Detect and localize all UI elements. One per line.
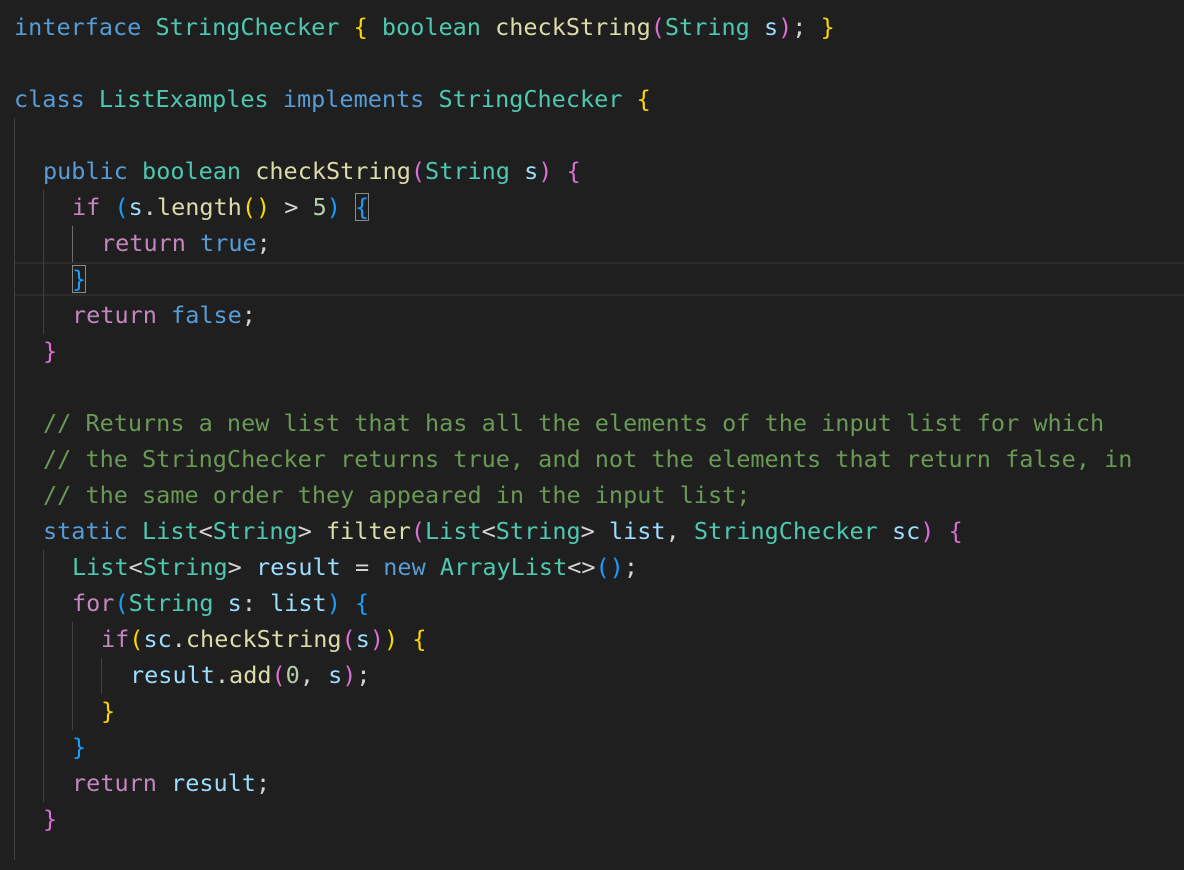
code-line-text: interface StringChecker { boolean checkS… — [14, 13, 835, 41]
code-line-text: public boolean checkString(String s) { — [43, 157, 581, 185]
code-line[interactable]: List<String> result = new ArrayList<>(); — [0, 549, 1184, 585]
code-line-current[interactable]: } — [0, 261, 1184, 297]
code-line[interactable]: } — [0, 693, 1184, 729]
code-line[interactable]: // the same order they appeared in the i… — [0, 477, 1184, 513]
code-comment: // the StringChecker returns true, and n… — [43, 445, 1133, 473]
code-line[interactable]: return true; — [0, 225, 1184, 261]
code-line-text: result.add(0, s); — [130, 661, 371, 689]
code-line-text: return result; — [72, 769, 271, 797]
code-line[interactable]: public boolean checkString(String s) { — [0, 153, 1184, 189]
code-editor[interactable]: interface StringChecker { boolean checkS… — [0, 0, 1184, 870]
code-line[interactable]: class ListExamples implements StringChec… — [0, 81, 1184, 117]
code-line-text: class ListExamples implements StringChec… — [14, 85, 651, 113]
code-line-text: for(String s: list) { — [72, 589, 370, 617]
code-line[interactable]: interface StringChecker { boolean checkS… — [0, 9, 1184, 45]
code-line-text: } — [72, 733, 87, 761]
code-line[interactable]: // Returns a new list that has all the e… — [0, 405, 1184, 441]
code-comment: // the same order they appeared in the i… — [43, 481, 751, 509]
code-line[interactable]: result.add(0, s); — [0, 657, 1184, 693]
code-line-text: static List<String> filter(List<String> … — [43, 517, 963, 545]
code-line[interactable]: for(String s: list) { — [0, 585, 1184, 621]
code-line-text: } — [72, 265, 87, 293]
code-line[interactable]: if (s.length() > 5) { — [0, 189, 1184, 225]
code-line-text: } — [43, 337, 58, 365]
code-line-text: if (s.length() > 5) { — [72, 193, 370, 221]
code-line[interactable]: if(sc.checkString(s)) { — [0, 621, 1184, 657]
code-line[interactable]: // the StringChecker returns true, and n… — [0, 441, 1184, 477]
code-line[interactable]: return result; — [0, 765, 1184, 801]
code-line[interactable]: } — [0, 801, 1184, 837]
code-line-text: if(sc.checkString(s)) { — [101, 625, 427, 653]
code-line-text: return true; — [101, 229, 271, 257]
code-line[interactable]: } — [0, 333, 1184, 369]
code-line[interactable]: static List<String> filter(List<String> … — [0, 513, 1184, 549]
code-line-text: return false; — [72, 301, 256, 329]
code-comment: // Returns a new list that has all the e… — [43, 409, 1105, 437]
code-line-text: List<String> result = new ArrayList<>(); — [72, 553, 638, 581]
code-line[interactable]: } — [0, 729, 1184, 765]
code-line[interactable]: return false; — [0, 297, 1184, 333]
code-line-text: } — [101, 697, 116, 725]
code-line-text: } — [43, 805, 58, 833]
